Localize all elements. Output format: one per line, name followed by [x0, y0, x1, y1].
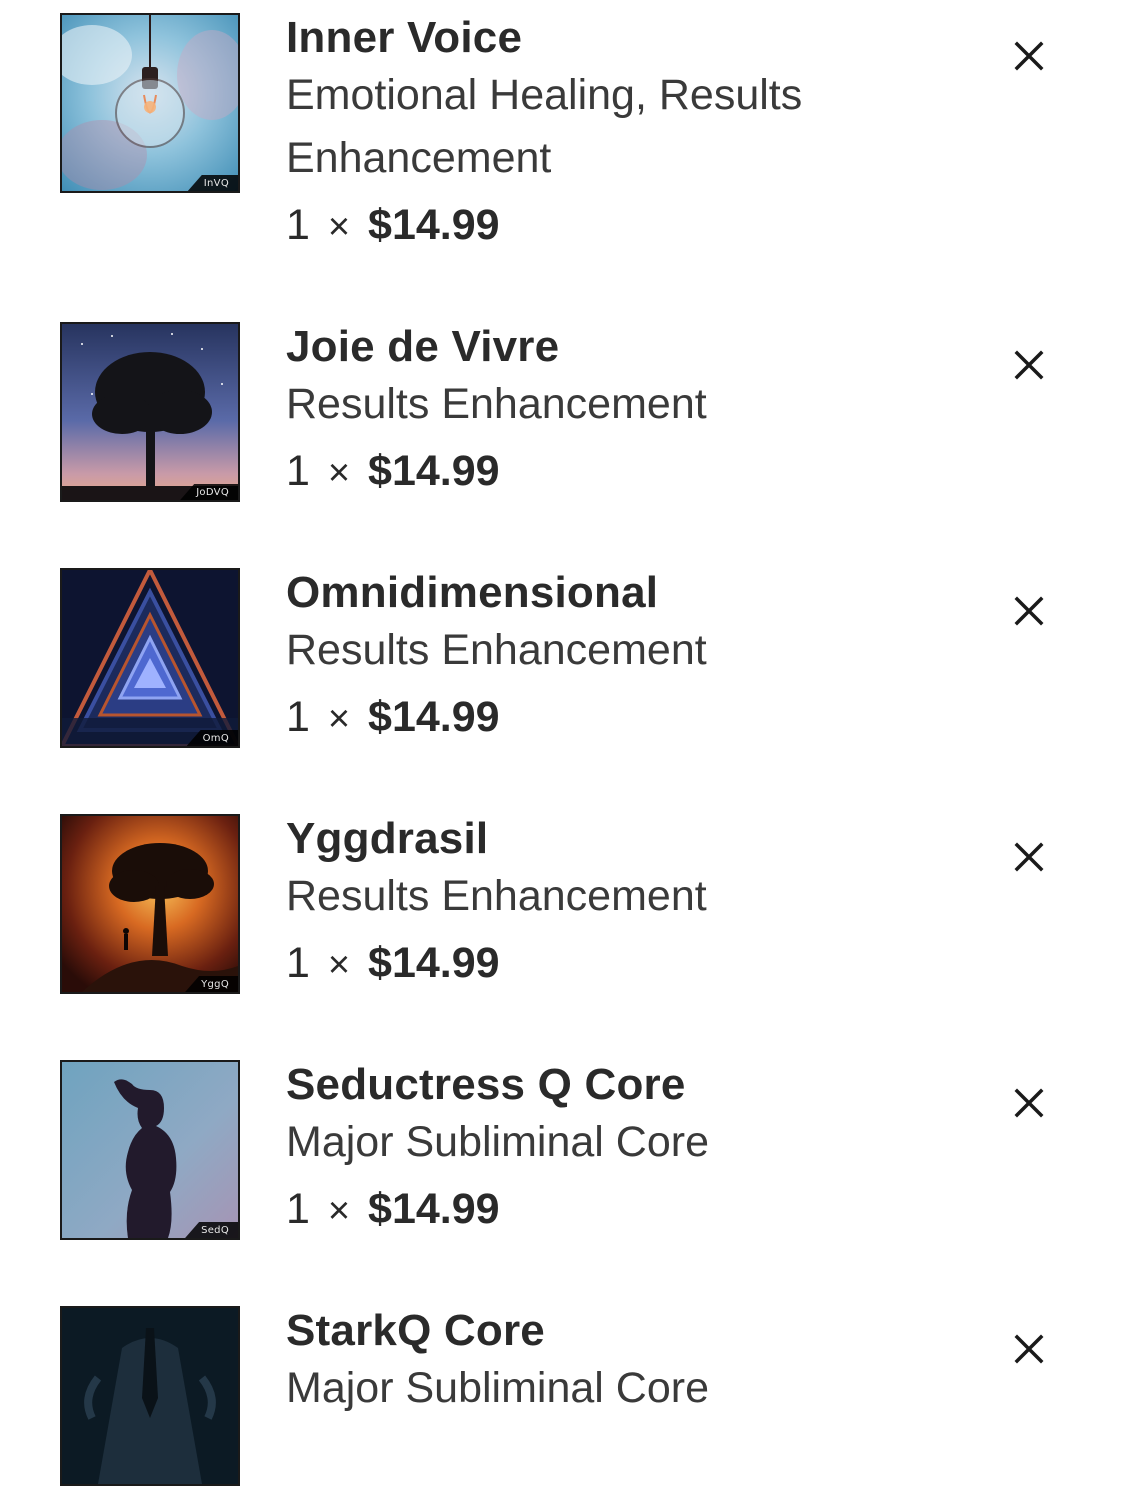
item-category: Results Enhancement: [286, 872, 707, 920]
remove-item-button[interactable]: [1010, 838, 1048, 876]
item-title[interactable]: Omnidimensional: [286, 568, 926, 618]
item-quantity: 1: [286, 693, 310, 741]
item-price-line: 1 × $14.99: [286, 682, 926, 754]
item-title[interactable]: Yggdrasil: [286, 814, 926, 864]
remove-item-button[interactable]: [1010, 592, 1048, 630]
item-category: Results Enhancement: [286, 380, 707, 428]
item-details: Joie de Vivre Results Enhancement 1 × $1…: [286, 322, 926, 508]
tree-night-sky-artwork: [62, 324, 238, 500]
remove-item-button[interactable]: [1010, 346, 1048, 384]
product-thumbnail[interactable]: YggQ: [60, 814, 240, 994]
product-thumbnail[interactable]: InVQ: [60, 13, 240, 193]
item-price: $14.99: [368, 1185, 500, 1233]
item-price-line: 1 × $14.99: [286, 928, 926, 1000]
close-icon: [1014, 41, 1044, 71]
item-category: Major Subliminal Core: [286, 1118, 709, 1166]
item-price-line: 1 × $14.99: [286, 190, 926, 262]
item-details: Omnidimensional Results Enhancement 1 × …: [286, 568, 926, 754]
item-price: $14.99: [368, 447, 500, 495]
product-thumbnail[interactable]: [60, 1306, 240, 1486]
close-icon: [1014, 350, 1044, 380]
product-thumbnail[interactable]: SedQ: [60, 1060, 240, 1240]
multiply-sign: ×: [327, 1190, 351, 1232]
item-quantity: 1: [286, 1185, 310, 1233]
suited-man-artwork: [62, 1308, 238, 1484]
item-quantity: 1: [286, 447, 310, 495]
item-quantity: 1: [286, 939, 310, 987]
multiply-sign: ×: [327, 698, 351, 740]
item-details: Yggdrasil Results Enhancement 1 × $14.99: [286, 814, 926, 1000]
product-thumbnail[interactable]: JoDVQ: [60, 322, 240, 502]
multiply-sign: ×: [327, 206, 351, 248]
silhouette-artwork: [62, 1062, 238, 1238]
item-price: $14.99: [368, 939, 500, 987]
remove-item-button[interactable]: [1010, 1330, 1048, 1368]
multiply-sign: ×: [327, 944, 351, 986]
item-details: Seductress Q Core Major Subliminal Core …: [286, 1060, 926, 1246]
remove-item-button[interactable]: [1010, 37, 1048, 75]
item-details: StarkQ Core Major Subliminal Core: [286, 1306, 926, 1420]
item-price-line: 1 × $14.99: [286, 1174, 926, 1246]
item-category: Results Enhancement: [286, 626, 707, 674]
multiply-sign: ×: [327, 452, 351, 494]
product-thumbnail[interactable]: OmQ: [60, 568, 240, 748]
item-title[interactable]: Inner Voice: [286, 13, 926, 63]
cart-item-list: InVQ Inner Voice Emotional Healing, Resu…: [0, 0, 1125, 1486]
close-icon: [1014, 596, 1044, 626]
close-icon: [1014, 1334, 1044, 1364]
item-title[interactable]: Seductress Q Core: [286, 1060, 926, 1110]
item-price: $14.99: [368, 201, 500, 249]
item-category: Emotional Healing, Results Enhancement: [286, 71, 803, 182]
item-title[interactable]: Joie de Vivre: [286, 322, 926, 372]
triangle-tunnel-artwork: [62, 570, 238, 746]
item-quantity: 1: [286, 201, 310, 249]
item-title[interactable]: StarkQ Core: [286, 1306, 926, 1356]
item-price-line: 1 × $14.99: [286, 436, 926, 508]
item-category: Major Subliminal Core: [286, 1364, 709, 1412]
item-details: Inner Voice Emotional Healing, Results E…: [286, 13, 926, 262]
close-icon: [1014, 842, 1044, 872]
cosmic-tree-artwork: [62, 816, 238, 992]
lightbulb-artwork: [62, 15, 238, 191]
remove-item-button[interactable]: [1010, 1084, 1048, 1122]
close-icon: [1014, 1088, 1044, 1118]
item-price: $14.99: [368, 693, 500, 741]
